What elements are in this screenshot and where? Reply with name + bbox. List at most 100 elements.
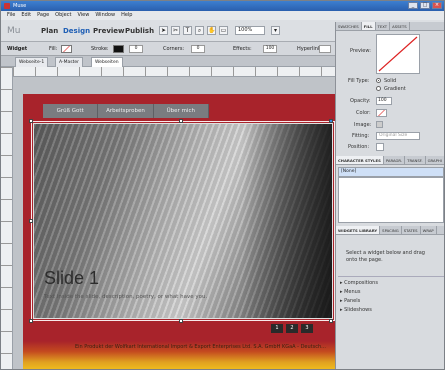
maximize-button[interactable]: □ (420, 2, 430, 9)
menu-edit[interactable]: Edit (21, 11, 31, 20)
app-window: Muse _ □ × File Edit Page Object View Wi… (0, 0, 445, 370)
widgets-panel-tabs: WIDGETS LIBRARY SPACING STATES WRAP (336, 226, 444, 235)
menu-bar: File Edit Page Object View Window Help (1, 11, 444, 20)
widget-options-handle[interactable] (329, 119, 333, 123)
style-item-none[interactable]: [None] (338, 167, 444, 177)
opacity-field[interactable]: 100 (376, 97, 392, 105)
mode-design[interactable]: Design (63, 27, 90, 35)
menu-window[interactable]: Window (95, 11, 115, 20)
resize-handle[interactable] (29, 319, 33, 323)
position-label: Position: (348, 144, 370, 150)
footer-band: Ein Produkt der Wolfkart International I… (23, 341, 335, 369)
pager-button-3[interactable]: 3 (301, 324, 313, 333)
tab-webseiten[interactable]: Webseiten (91, 57, 123, 67)
category-slideshows-label: Slideshows (344, 307, 372, 313)
color-swatch[interactable] (376, 109, 387, 117)
fill-type-label: Fill Type: (348, 78, 370, 84)
zoom-select[interactable]: 100% (235, 26, 265, 35)
close-button[interactable]: × (432, 2, 442, 9)
category-slideshows[interactable]: ▸ Slideshows (340, 307, 372, 313)
pager-button-1[interactable]: 1 (271, 324, 283, 333)
menu-file[interactable]: File (7, 11, 15, 20)
menu-view[interactable]: View (77, 11, 89, 20)
fitting-select[interactable]: Original Size (376, 132, 420, 140)
tab-wrap[interactable]: WRAP (421, 226, 437, 234)
window-title: Muse (13, 3, 27, 9)
selection-type-label: Widget (7, 46, 28, 52)
text-tool-icon[interactable]: T (183, 26, 192, 35)
app-logo: Mu (7, 26, 21, 36)
tab-assets[interactable]: ASSETS (390, 22, 410, 30)
corners-label: Corners: (163, 46, 185, 52)
rectangle-tool-icon[interactable]: ▭ (219, 26, 228, 35)
menu-object[interactable]: Object (55, 11, 71, 20)
styles-list (338, 177, 444, 223)
resize-handle[interactable] (329, 319, 333, 323)
tab-text[interactable]: TEXT (376, 22, 391, 30)
tab-graphic-styles[interactable]: GRAPHI (426, 156, 444, 164)
zoom-tool-icon[interactable]: ⌕ (195, 26, 204, 35)
opacity-label: Opacity: (350, 98, 371, 104)
fill-gradient-label: Gradient (384, 86, 406, 92)
image-picker-icon[interactable] (376, 121, 383, 128)
corners-field[interactable]: 0 (191, 45, 205, 53)
no-fill-icon (378, 36, 418, 72)
site-menu-item-arbeitsproben[interactable]: Arbeitsproben (98, 104, 154, 118)
hand-tool-icon[interactable]: ✋ (207, 26, 216, 35)
fill-swatch[interactable] (61, 45, 72, 53)
stroke-width-field[interactable]: 0 (129, 45, 143, 53)
tab-states[interactable]: STATES (402, 226, 421, 234)
tab-fill[interactable]: FILL (361, 22, 376, 30)
app-icon (4, 3, 10, 9)
resize-handle[interactable] (29, 119, 33, 123)
mode-preview[interactable]: Preview (93, 27, 125, 35)
horizontal-ruler (13, 67, 335, 77)
selection-tool-icon[interactable]: ➤ (159, 26, 168, 35)
page[interactable]: Grüß Gott Arbeitsproben Über mich Slide … (23, 94, 335, 369)
fitting-label: Fitting: (352, 133, 370, 139)
preview-label: Preview: (350, 48, 371, 54)
effects-field[interactable]: 100 (263, 45, 277, 53)
pager-button-2[interactable]: 2 (286, 324, 298, 333)
tab-paragraph-styles[interactable]: PARAGR. (384, 156, 406, 164)
menu-page[interactable]: Page (37, 11, 49, 20)
effects-label: Effects: (233, 46, 252, 52)
category-menus[interactable]: ▸ Menus (340, 289, 360, 295)
menu-help[interactable]: Help (121, 11, 132, 20)
right-panel: SWATCHES FILL TEXT ASSETS Preview: Fill … (335, 22, 444, 369)
site-menu-item-ueber-mich[interactable]: Über mich (154, 104, 209, 118)
tab-a-master[interactable]: A-Master (55, 57, 83, 67)
tab-swatches[interactable]: SWATCHES (336, 22, 362, 30)
minimize-button[interactable]: _ (408, 2, 418, 9)
fill-solid-radio[interactable] (376, 78, 381, 83)
fill-panel-tabs: SWATCHES FILL TEXT ASSETS (336, 22, 444, 31)
category-compositions[interactable]: ▸ Compositions (340, 280, 378, 286)
selection-frame (31, 121, 335, 321)
resize-handle[interactable] (179, 119, 183, 123)
hyperlink-field[interactable] (319, 45, 331, 53)
tab-webseite-1[interactable]: Webseite-1 (15, 57, 49, 67)
view-options-icon[interactable]: ▾ (271, 26, 280, 35)
category-menus-label: Menus (344, 289, 361, 295)
category-panels[interactable]: ▸ Panels (340, 298, 360, 304)
category-panels-label: Panels (344, 298, 361, 304)
crop-tool-icon[interactable]: ✂ (171, 26, 180, 35)
design-canvas[interactable]: Grüß Gott Arbeitsproben Über mich Slide … (13, 77, 335, 369)
vertical-ruler (1, 67, 13, 369)
tab-spacing[interactable]: SPACING (380, 226, 402, 234)
mode-plan[interactable]: Plan (41, 27, 58, 35)
footer-text[interactable]: Ein Produkt der Wolfkart International I… (75, 344, 326, 350)
position-grid-icon[interactable] (376, 143, 384, 151)
site-menu-item-gruss-gott[interactable]: Grüß Gott (43, 104, 99, 118)
resize-handle[interactable] (29, 219, 33, 223)
fill-gradient-radio[interactable] (376, 86, 381, 91)
color-label: Color: (356, 110, 371, 116)
mode-publish[interactable]: Publish (125, 27, 154, 35)
stroke-swatch[interactable] (113, 45, 124, 53)
tab-widgets-library[interactable]: WIDGETS LIBRARY (336, 226, 381, 234)
resize-handle[interactable] (179, 319, 183, 323)
site-menu[interactable]: Grüß Gott Arbeitsproben Über mich (43, 104, 209, 118)
tab-transform[interactable]: TRANSF. (405, 156, 426, 164)
tab-character-styles[interactable]: CHARACTER STYLES (336, 156, 384, 164)
fill-solid-label: Solid (384, 78, 397, 84)
